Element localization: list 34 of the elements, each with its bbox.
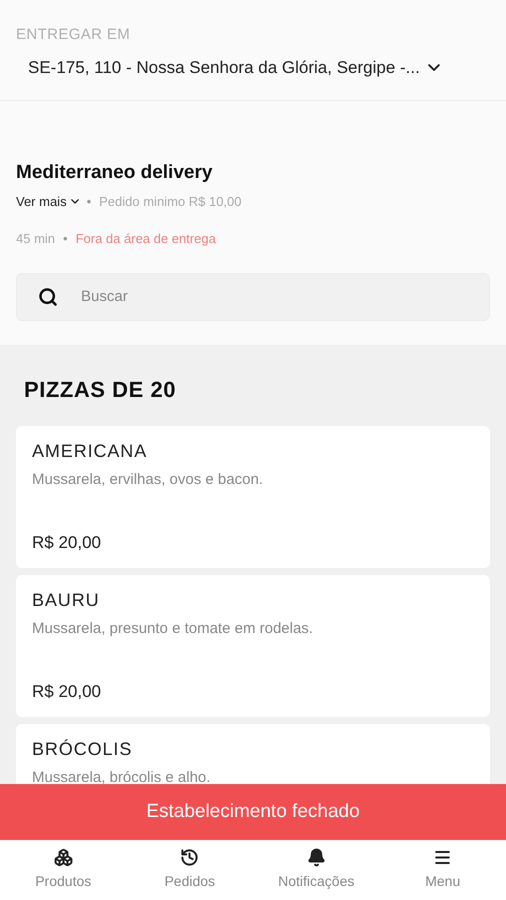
product-description: Mussarela, brócolis e alho. — [32, 768, 212, 784]
see-more-link[interactable]: Ver mais — [16, 192, 79, 211]
menu-icon — [433, 848, 452, 867]
product-name: AMERICANA — [32, 440, 148, 462]
chevron-down-icon — [70, 198, 79, 204]
closed-banner: Estabelecimento fechado — [0, 784, 506, 840]
history-icon — [180, 848, 200, 867]
nav-tab[interactable]: Pedidos — [126, 840, 253, 900]
separator-dot: • — [86, 192, 92, 210]
product-description: Mussarela, presunto e tomate em rodelas. — [32, 618, 314, 638]
category-title: PIZZAS DE 20 — [23, 376, 178, 404]
product-price: R$ 20,00 — [32, 681, 102, 703]
delivery-status: Fora da área de entrega — [76, 230, 216, 248]
product-card[interactable]: AMERICANA Mussarela, ervilhas, ovos e bacon. R$ 20,00 — [16, 426, 490, 568]
search-icon — [38, 286, 58, 306]
delivery-label: ENTREGAR EM — [16, 25, 132, 45]
product-card[interactable]: BAURU Mussarela, presunto e tomate em rodelas. R$ 20,00 — [16, 574, 490, 716]
separator-dot: • — [63, 230, 68, 248]
minimum-order: Pedido minimo R$ 10,00 — [99, 192, 242, 210]
nav-tab[interactable]: Notificações — [253, 840, 380, 900]
nav-tab[interactable]: Menu — [380, 840, 506, 900]
product-card[interactable]: BRÓCOLIS Mussarela, brócolis e alho. — [16, 724, 490, 784]
product-price: R$ 20,00 — [32, 532, 102, 554]
product-name: BRÓCOLIS — [32, 738, 134, 760]
store-name: Mediterraneo delivery — [16, 161, 214, 185]
boxes-icon — [54, 848, 73, 867]
nav-tab[interactable]: Produtos — [0, 840, 126, 900]
delivery-time: 45 min — [16, 230, 56, 248]
chevron-down-icon — [428, 64, 440, 71]
search-field[interactable]: Buscar — [16, 272, 490, 320]
product-name: BAURU — [32, 588, 101, 612]
address-selector[interactable]: SE-175, 110 - Nossa Senhora da Glória, Sergipe -... — [28, 54, 440, 80]
bell-icon — [306, 848, 326, 867]
product-description: Mussarela, ervilhas, ovos e bacon. — [32, 470, 264, 490]
